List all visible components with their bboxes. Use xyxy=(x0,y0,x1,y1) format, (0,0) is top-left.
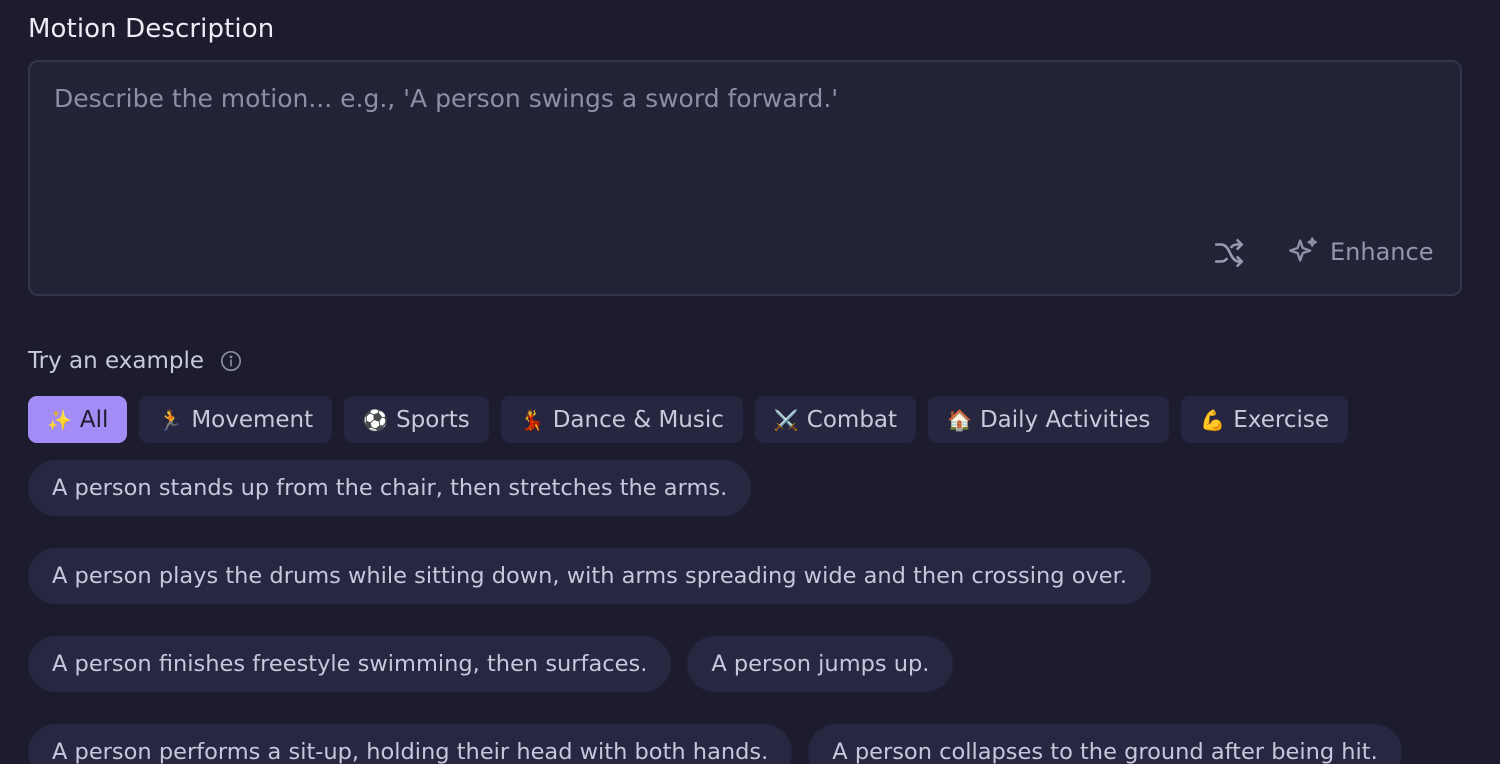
category-chip-label: Combat xyxy=(806,406,898,433)
category-tabs: ✨ All 🏃 Movement ⚽ Sports 💃 Dance & Musi… xyxy=(28,396,1349,443)
enhance-button[interactable]: Enhance xyxy=(1286,232,1433,272)
category-chip-exercise[interactable]: 💪 Exercise xyxy=(1181,396,1349,443)
category-chip-label: Exercise xyxy=(1233,406,1330,433)
examples-header-label: Try an example xyxy=(28,348,205,374)
section-title: Motion Description xyxy=(28,14,275,44)
example-prompts-list: A person stands up from the chair, then … xyxy=(28,460,1468,764)
enhance-label: Enhance xyxy=(1330,238,1434,266)
example-prompt-pill[interactable]: A person plays the drums while sitting d… xyxy=(28,548,1151,604)
category-chip-label: Sports xyxy=(396,406,470,433)
flexed-bicep-emoji-icon: 💪 xyxy=(1200,407,1226,432)
shuffle-icon xyxy=(1214,238,1244,268)
house-emoji-icon: 🏠 xyxy=(947,407,972,432)
category-chip-label: All xyxy=(79,406,109,433)
category-chip-daily-activities[interactable]: 🏠 Daily Activities xyxy=(928,396,1170,443)
runner-emoji-icon: 🏃 xyxy=(158,407,184,432)
category-chip-label: Movement xyxy=(191,406,314,433)
sparkles-emoji-icon: ✨ xyxy=(47,407,72,432)
dancer-emoji-icon: 💃 xyxy=(519,407,545,432)
category-chip-movement[interactable]: 🏃 Movement xyxy=(139,396,333,443)
example-prompt-pill[interactable]: A person performs a sit-up, holding thei… xyxy=(28,724,793,764)
example-prompt-pill[interactable]: A person finishes freestyle swimming, th… xyxy=(28,636,672,692)
examples-header: Try an example xyxy=(28,348,242,374)
shuffle-button[interactable] xyxy=(1210,234,1248,272)
crossed-swords-emoji-icon: ⚔️ xyxy=(773,407,799,432)
motion-panel: Motion Description Enhance Try an exampl… xyxy=(0,0,1500,764)
motion-description-input[interactable] xyxy=(30,62,1460,222)
category-chip-combat[interactable]: ⚔️ Combat xyxy=(754,396,917,443)
example-prompt-pill[interactable]: A person collapses to the ground after b… xyxy=(808,724,1402,764)
info-icon[interactable] xyxy=(220,350,242,372)
soccer-ball-emoji-icon: ⚽ xyxy=(363,407,389,432)
example-prompt-pill[interactable]: A person stands up from the chair, then … xyxy=(28,460,752,516)
category-chip-label: Daily Activities xyxy=(979,406,1151,433)
example-prompt-pill[interactable]: A person jumps up. xyxy=(687,636,954,692)
category-chip-label: Dance & Music xyxy=(552,406,724,433)
motion-description-box: Enhance xyxy=(28,60,1462,296)
category-chip-sports[interactable]: ⚽ Sports xyxy=(344,396,489,443)
category-chip-dance-music[interactable]: 💃 Dance & Music xyxy=(500,396,743,443)
category-chip-all[interactable]: ✨ All xyxy=(28,396,128,443)
sparkles-icon xyxy=(1289,237,1317,262)
